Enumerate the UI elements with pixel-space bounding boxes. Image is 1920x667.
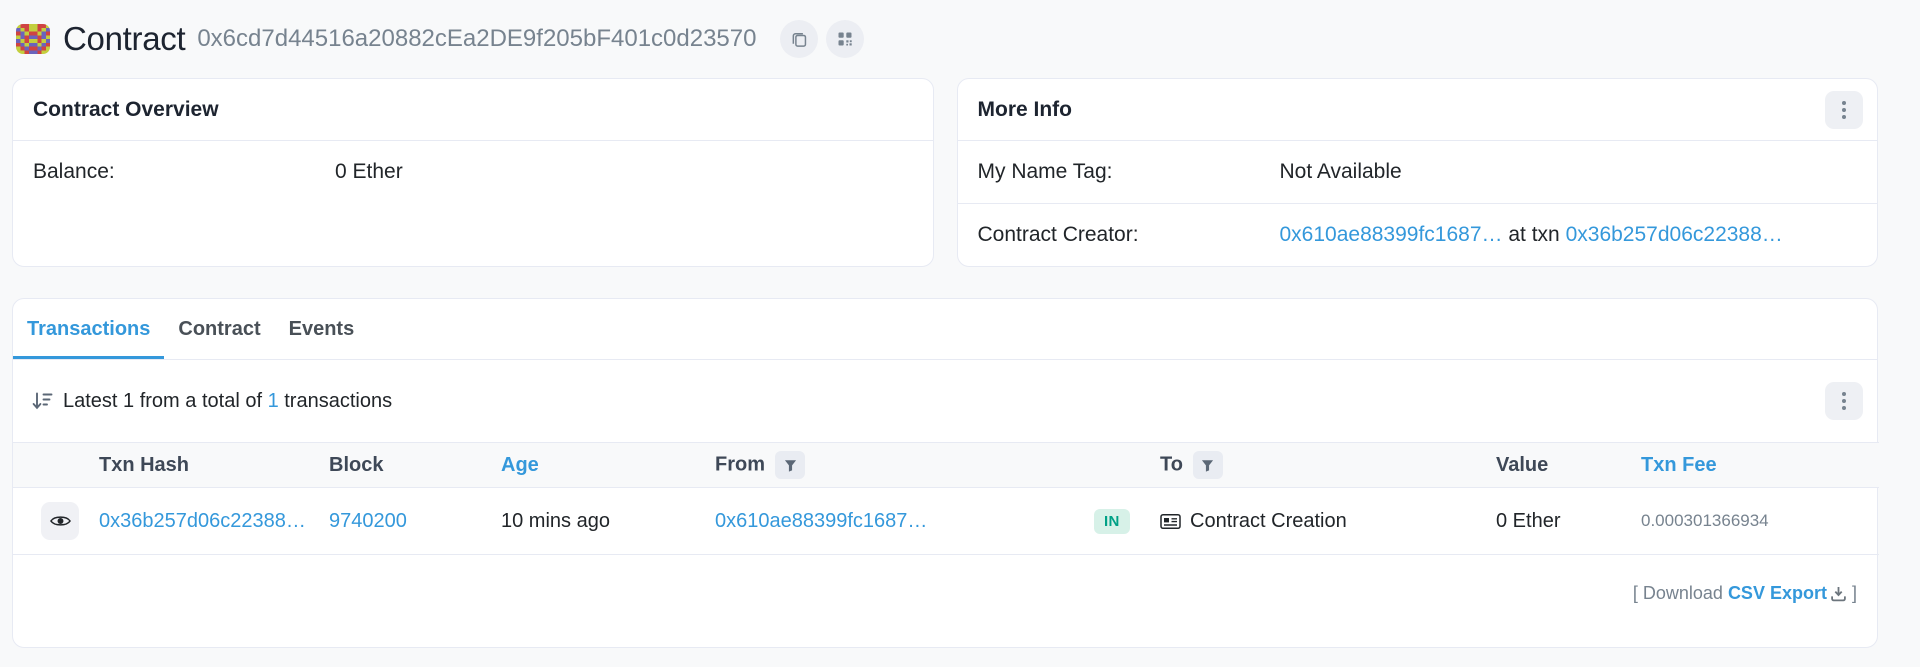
contract-overview-title: Contract Overview: [33, 98, 219, 122]
transaction-row: 0x36b257d06c22388… 9740200 10 mins ago 0…: [13, 488, 1879, 555]
tab-contract[interactable]: Contract: [164, 299, 274, 359]
copy-icon: [791, 31, 808, 48]
qr-code-icon: [837, 31, 853, 47]
header-direction-spacer: [1094, 443, 1160, 488]
page-header: Contract 0x6cd7d44516a20882cEa2DE9f205bF…: [12, 14, 1878, 78]
method-cell: Contract Creation: [1160, 510, 1496, 533]
contract-creator-value: 0x610ae88399fc1687… at txn 0x36b257d06c2…: [1280, 221, 1783, 249]
contract-overview-card: Contract Overview Balance: 0 Ether: [12, 78, 934, 267]
filter-icon: [784, 459, 797, 472]
kebab-menu-icon: [1841, 100, 1847, 120]
transactions-count-link[interactable]: 1: [268, 390, 279, 412]
contract-creator-label: Contract Creator:: [978, 221, 1280, 249]
qr-code-button[interactable]: [826, 20, 864, 58]
txn-preview-button[interactable]: [41, 502, 79, 540]
eye-icon: [50, 513, 71, 529]
creator-separator: at txn: [1508, 223, 1559, 246]
contract-creator-row: Contract Creator: 0x610ae88399fc1687… at…: [958, 203, 1878, 266]
header-eye-spacer: [13, 443, 99, 488]
balance-row: Balance: 0 Ether: [13, 141, 933, 203]
contract-overview-header: Contract Overview: [13, 79, 933, 141]
column-to-label: To: [1160, 453, 1183, 475]
column-to: To: [1160, 443, 1496, 488]
name-tag-value: Not Available: [1280, 158, 1402, 186]
download-icon: [1830, 586, 1847, 607]
to-filter-button[interactable]: [1193, 451, 1223, 479]
contract-creation-icon: [1160, 513, 1181, 530]
csv-bracket-open: [ Download: [1633, 583, 1723, 603]
more-info-header: More Info: [958, 79, 1878, 141]
name-tag-row: My Name Tag: Not Available: [958, 141, 1878, 203]
column-from: From: [715, 443, 1094, 488]
from-filter-button[interactable]: [775, 451, 805, 479]
copy-address-button[interactable]: [780, 20, 818, 58]
column-txn-fee[interactable]: Txn Fee: [1641, 443, 1879, 488]
txn-hash-link[interactable]: 0x36b257d06c22388…: [99, 510, 306, 532]
column-value: Value: [1496, 443, 1641, 488]
transactions-table: Txn Hash Block Age From To Value Txn Fee: [13, 442, 1879, 555]
summary-cards-row: Contract Overview Balance: 0 Ether More …: [12, 78, 1878, 267]
block-link[interactable]: 9740200: [329, 510, 407, 532]
creator-txn-link[interactable]: 0x36b257d06c22388…: [1566, 223, 1783, 246]
transactions-toolbar: Latest 1 from a total of 1 transactions: [13, 360, 1877, 442]
summary-prefix: Latest 1 from a total of: [63, 390, 262, 412]
tabbar: Transactions Contract Events: [13, 299, 1877, 360]
column-block: Block: [329, 443, 501, 488]
csv-export-link[interactable]: CSV Export: [1728, 583, 1847, 603]
more-info-menu-button[interactable]: [1825, 91, 1863, 129]
age-cell: 10 mins ago: [501, 488, 715, 555]
column-txn-hash: Txn Hash: [99, 443, 329, 488]
transactions-menu-button[interactable]: [1825, 382, 1863, 420]
from-address-link[interactable]: 0x610ae88399fc1687…: [715, 510, 927, 532]
direction-in-badge: IN: [1094, 509, 1130, 534]
more-info-card: More Info My Name Tag: Not Available Con…: [957, 78, 1879, 267]
contract-address: 0x6cd7d44516a20882cEa2DE9f205bF401c0d235…: [197, 25, 756, 53]
column-from-label: From: [715, 453, 765, 475]
creator-address-link[interactable]: 0x610ae88399fc1687…: [1280, 223, 1503, 246]
more-info-title: More Info: [978, 98, 1073, 122]
value-cell: 0 Ether: [1496, 488, 1641, 555]
method-label: Contract Creation: [1190, 510, 1347, 533]
csv-export-label: CSV Export: [1728, 583, 1827, 603]
column-age[interactable]: Age: [501, 443, 715, 488]
transactions-card: Transactions Contract Events Latest 1 fr…: [12, 298, 1878, 648]
txn-fee-cell: 0.000301366934: [1641, 488, 1879, 555]
tab-events[interactable]: Events: [275, 299, 369, 359]
page: Contract 0x6cd7d44516a20882cEa2DE9f205bF…: [0, 0, 1920, 667]
filter-icon: [1201, 459, 1214, 472]
balance-label: Balance:: [33, 158, 335, 186]
sort-descending-icon: [31, 391, 53, 411]
csv-bracket-close: ]: [1852, 583, 1857, 603]
name-tag-label: My Name Tag:: [978, 158, 1280, 186]
kebab-menu-icon: [1841, 391, 1847, 411]
summary-suffix: transactions: [284, 390, 392, 412]
contract-identicon-icon: [16, 24, 50, 54]
balance-value: 0 Ether: [335, 158, 403, 186]
table-header-row: Txn Hash Block Age From To Value Txn Fee: [13, 443, 1879, 488]
tab-transactions[interactable]: Transactions: [13, 299, 164, 359]
csv-export-row: [ Download CSV Export ]: [13, 555, 1877, 607]
page-title: Contract: [63, 20, 185, 58]
transactions-summary: Latest 1 from a total of 1 transactions: [63, 390, 392, 413]
